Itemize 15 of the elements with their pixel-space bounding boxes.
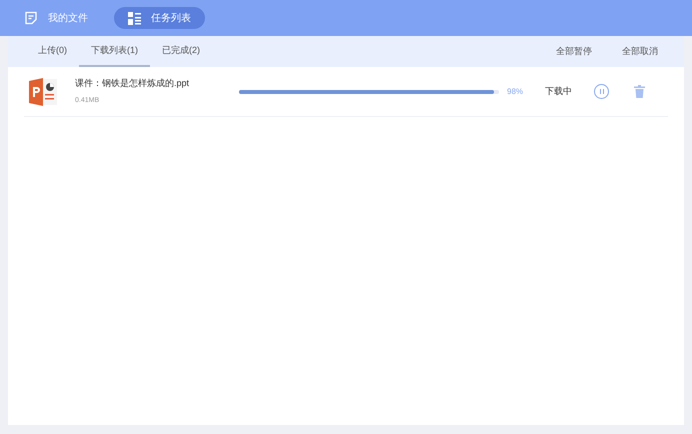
presentation-file-icon xyxy=(27,76,59,108)
list-tab[interactable]: 下载列表(1) xyxy=(79,36,150,67)
nav-tab[interactable]: 任务列表 xyxy=(114,7,205,29)
progress-percent: 98% xyxy=(507,86,524,98)
action-link[interactable]: 全部取消 xyxy=(614,36,666,67)
trash-icon xyxy=(634,85,644,98)
list-icon xyxy=(128,12,141,24)
list-tab[interactable]: 上传(0) xyxy=(26,36,79,67)
status-text: 下载中 xyxy=(545,84,572,98)
delete-button[interactable] xyxy=(633,84,645,98)
file-name: 课件：钢铁是怎样炼成的.ppt xyxy=(75,76,190,90)
pause-button[interactable] xyxy=(594,84,609,99)
action-link[interactable]: 全部暂停 xyxy=(548,36,600,67)
list-tab[interactable]: 已完成(2) xyxy=(150,36,212,67)
document-icon xyxy=(24,11,38,25)
